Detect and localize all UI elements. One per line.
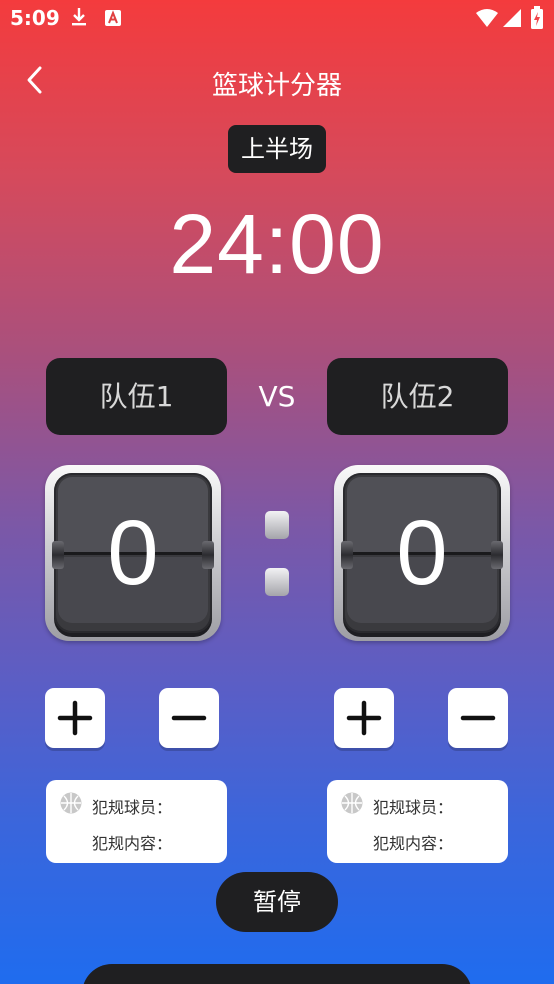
team1-add-button[interactable] <box>45 688 105 748</box>
foul-player-label: 犯规球员： <box>92 798 173 817</box>
signal-icon <box>503 9 521 27</box>
wifi-icon <box>476 9 498 27</box>
status-bar: 5:09 <box>0 0 554 36</box>
team1-foul-card[interactable]: 犯规球员： 犯规内容： <box>46 780 227 863</box>
minus-icon <box>171 715 207 721</box>
vs-label: VS <box>258 380 296 413</box>
foul-content-label: 犯规内容： <box>92 834 173 853</box>
team2-add-button[interactable] <box>334 688 394 748</box>
team2-foul-card[interactable]: 犯规球员： 犯规内容： <box>327 780 508 863</box>
pause-button[interactable]: 暂停 <box>216 872 338 932</box>
download-icon <box>72 8 86 26</box>
minus-icon <box>460 715 496 721</box>
battery-icon <box>531 6 543 29</box>
plus-icon <box>57 700 93 736</box>
team1-name-box[interactable]: 队伍1 <box>46 358 227 435</box>
bottom-action-bar[interactable] <box>82 964 472 984</box>
score-colon-dot-bottom <box>265 568 289 596</box>
status-time: 5:09 <box>10 6 60 30</box>
team1-score-card: 0 <box>45 465 221 641</box>
period-badge[interactable]: 上半场 <box>228 125 326 173</box>
basketball-icon <box>341 792 363 814</box>
team1-score: 0 <box>107 502 159 604</box>
plus-icon <box>346 700 382 736</box>
score-colon-dot-top <box>265 511 289 539</box>
basketball-icon <box>60 792 82 814</box>
team2-name-box[interactable]: 队伍2 <box>327 358 508 435</box>
app-notification-icon <box>105 10 121 26</box>
game-timer[interactable]: 24:00 <box>0 196 554 293</box>
title-bar: 篮球计分器 <box>0 56 554 106</box>
page-title: 篮球计分器 <box>211 71 342 101</box>
team2-subtract-button[interactable] <box>448 688 508 748</box>
team2-score-card: 0 <box>334 465 510 641</box>
foul-content-label: 犯规内容： <box>373 834 454 853</box>
team1-subtract-button[interactable] <box>159 688 219 748</box>
foul-player-label: 犯规球员： <box>373 798 454 817</box>
team2-score: 0 <box>396 502 448 604</box>
